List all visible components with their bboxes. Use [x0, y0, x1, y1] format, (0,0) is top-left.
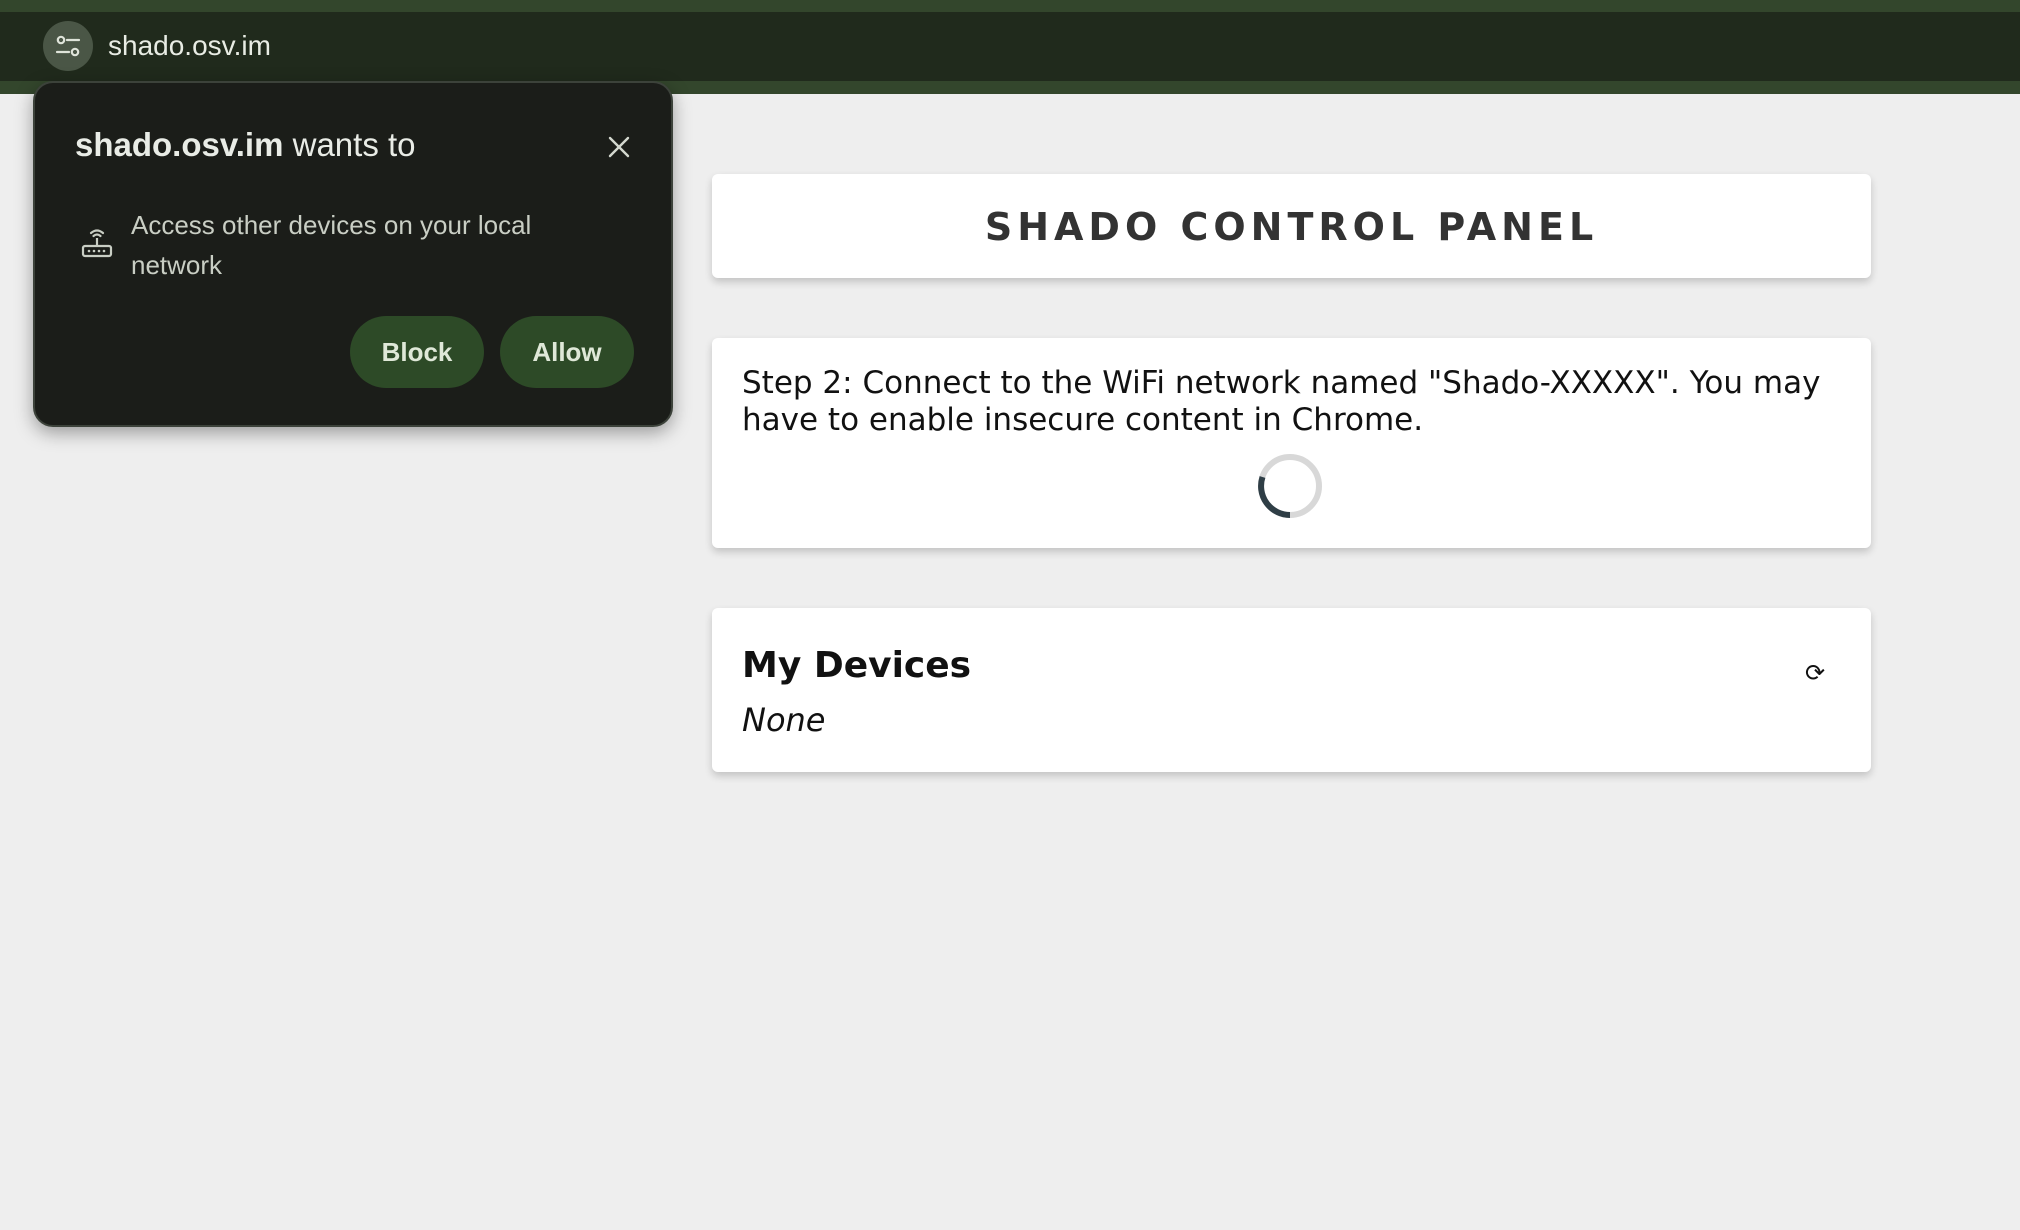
popup-site: shado.osv.im: [75, 126, 284, 163]
close-button[interactable]: [601, 129, 637, 165]
popup-title: shado.osv.im wants to: [75, 125, 416, 165]
permission-popup: shado.osv.im wants to Access other devic…: [33, 81, 673, 427]
refresh-icon: ⟳: [1804, 659, 1826, 687]
close-icon: [608, 136, 630, 158]
step-instructions: Step 2: Connect to the WiFi network name…: [742, 365, 1821, 438]
devices-card: My Devices None ⟳: [712, 608, 1871, 772]
title-card: SHADO CONTROL PANEL: [712, 174, 1871, 278]
address-bar[interactable]: [0, 12, 2020, 81]
tune-icon: [55, 35, 81, 57]
step-card: Step 2: Connect to the WiFi network name…: [712, 338, 1871, 548]
block-button[interactable]: Block: [350, 316, 484, 388]
site-info-button[interactable]: [43, 21, 93, 71]
refresh-button[interactable]: ⟳: [1800, 658, 1830, 688]
loading-spinner: [1258, 454, 1322, 518]
router-icon: [81, 229, 113, 258]
browser-toolbar: shado.osv.im: [0, 0, 2020, 94]
allow-button[interactable]: Allow: [500, 316, 634, 388]
devices-empty-text: None: [742, 701, 826, 739]
page-title: SHADO CONTROL PANEL: [984, 205, 1599, 249]
url-text[interactable]: shado.osv.im: [108, 28, 271, 64]
permission-text: Access other devices on your local netwo…: [131, 210, 532, 280]
popup-title-suffix: wants to: [283, 126, 416, 163]
devices-heading: My Devices: [742, 645, 972, 686]
